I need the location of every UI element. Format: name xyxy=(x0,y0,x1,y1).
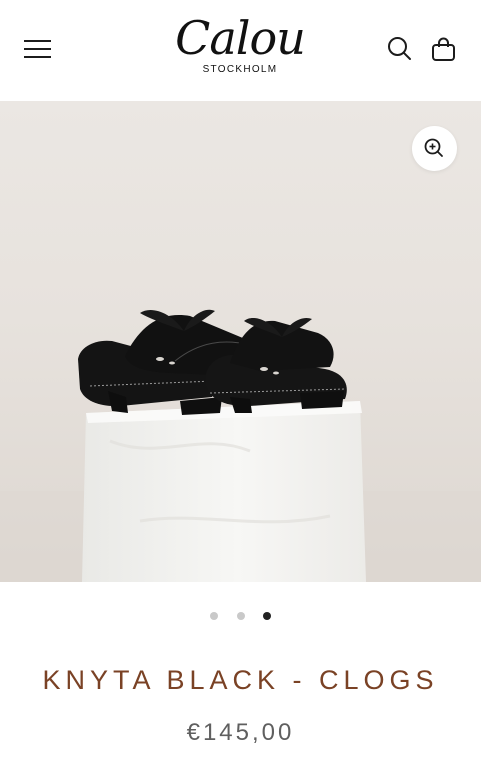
product-photo-illustration xyxy=(0,309,481,582)
gallery-dot-1[interactable] xyxy=(210,612,218,620)
brand-logo[interactable]: Calou STOCKHOLM xyxy=(170,10,310,88)
gallery-pagination xyxy=(0,610,481,622)
product-price: €145,00 xyxy=(186,719,295,746)
product-image[interactable] xyxy=(0,101,481,582)
gallery-dot-2[interactable] xyxy=(237,612,245,620)
shopping-bag-icon[interactable] xyxy=(429,34,459,64)
search-icon[interactable] xyxy=(385,34,415,64)
site-header: Calou STOCKHOLM xyxy=(0,0,481,102)
gallery-dot-3[interactable] xyxy=(263,612,271,620)
hamburger-menu-icon[interactable] xyxy=(24,38,52,60)
product-title: KNYTA BLACK - CLOGS xyxy=(42,665,439,695)
zoom-in-icon xyxy=(424,138,443,157)
logo-wordmark: Calou xyxy=(175,11,306,65)
zoom-button[interactable] xyxy=(412,126,457,171)
